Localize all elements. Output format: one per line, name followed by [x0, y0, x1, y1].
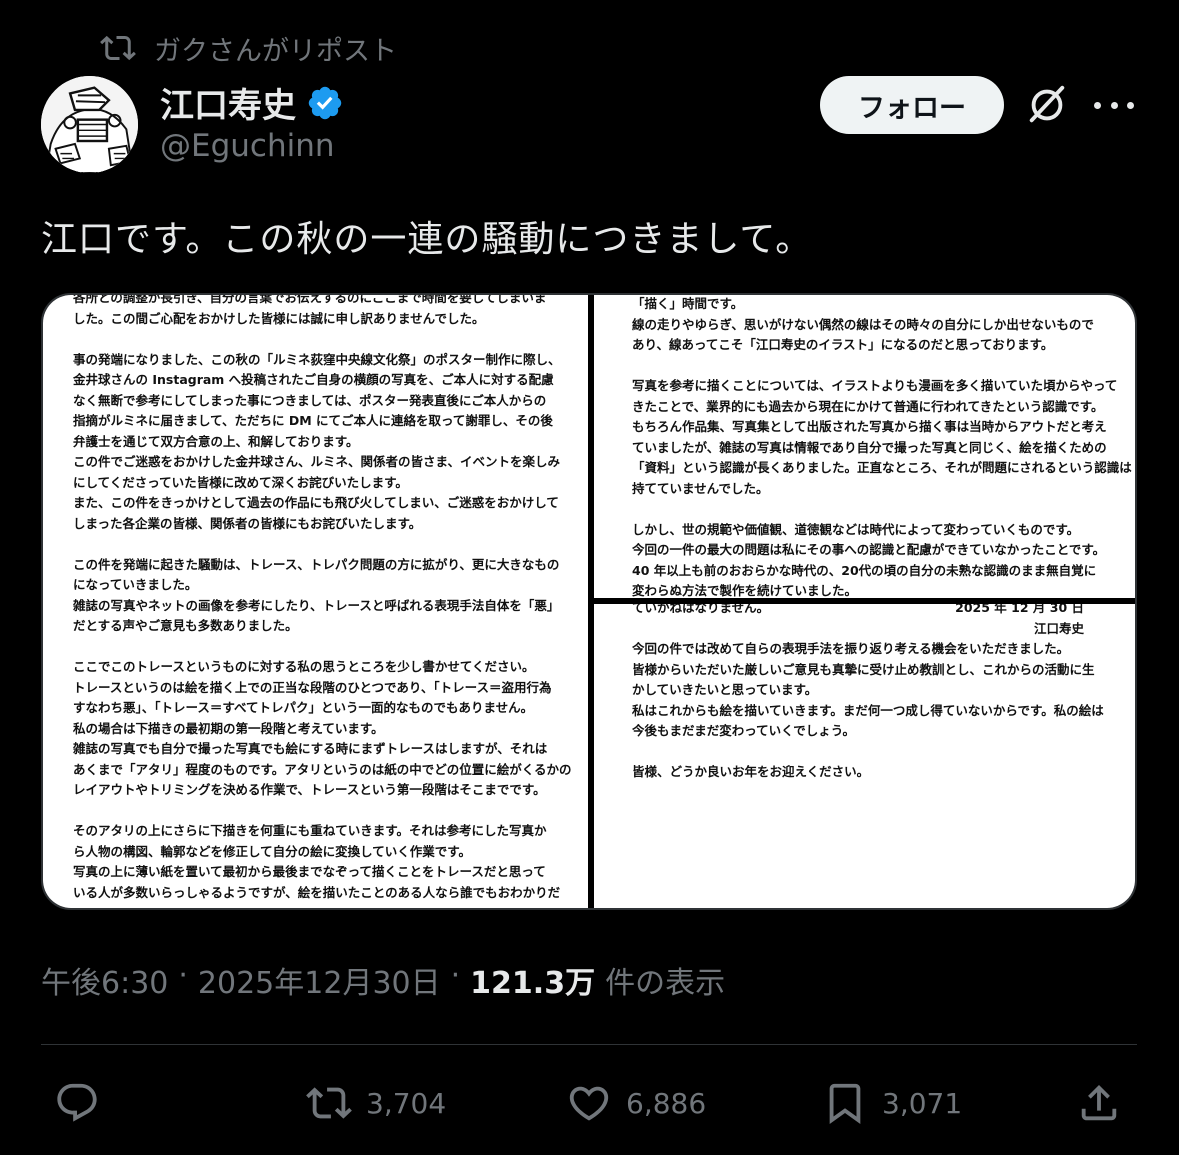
- like-icon: [569, 1086, 609, 1121]
- document-line: また、この件をきっかけとして過去の作品にも飛び火してしまい、ご迷惑をおかけして: [73, 495, 559, 510]
- document-line: 「描く」時間です。: [632, 296, 744, 311]
- document-line: レイアウトやトリミングを決める作業で、トレースという第一段階はそこまでです。: [73, 782, 546, 797]
- document-line: 事の発端になりました、この秋の「ルミネ荻窪中央線文化祭」のポスター制作に際し、: [73, 351, 561, 367]
- document-line: 皆様、どうか良いお年をお迎えください。: [632, 764, 870, 779]
- document-line: になっていきました。: [73, 577, 198, 592]
- meta-separator: ·: [450, 958, 461, 993]
- document-line: あくまで「アタリ」程度のものです。アタリというのは紙の中でどの位置に絵がくるかの: [73, 761, 572, 777]
- document-line: 今回の一件の最大の問題は私にその事への認識と配慮ができていなかったことです。: [632, 542, 1106, 557]
- author-name-row[interactable]: 江口寿史: [160, 78, 344, 127]
- document-line: ここでこのトレースというものに対する私の思うところを少し書かせてください。: [73, 659, 535, 674]
- document-line: [632, 356, 1132, 377]
- reply-icon: [57, 1083, 97, 1122]
- document-line: あり、線あってこそ「江口寿史のイラスト」になるのだと思っております。: [632, 337, 1054, 352]
- document-line: 指摘がルミネに届きまして、ただちに DM にてご本人に連絡を取って謝罪し、その後: [73, 413, 553, 428]
- more-icon[interactable]: [1094, 88, 1134, 122]
- document-line: 変わらぬ方法で製作を続けていました。: [632, 583, 858, 598]
- media-image-bottom-right[interactable]: ていかねはなりません。 今回の件では改めて自らの表現手法を振り返り考える機会をいた…: [594, 604, 1135, 908]
- document-line: [73, 801, 572, 822]
- document-text-left: 各所との調整が長引き、自分の言葉でお伝えするのにここまで時間を要してしまいました…: [73, 295, 572, 903]
- document-line: きたことで、業界的にも過去から現在にかけて普通に行われてきたという認識です。: [632, 398, 1104, 414]
- reply-button[interactable]: [54, 1080, 114, 1126]
- document-line: ていましたが、雑誌の写真は情報であり自分で撮った写真と同じく、絵を描くための: [632, 439, 1107, 455]
- document-line: 各所との調整が長引き、自分の言葉でお伝えするのにここまで時間を要してしまいま: [73, 295, 547, 305]
- repost-context[interactable]: ガクさんがリポスト: [100, 28, 397, 68]
- document-line: トレースというのは絵を描く上での正当な段階のひとつであり、「トレース＝盗用行為: [73, 679, 552, 695]
- document-line: 雑誌の写真やネットの画像を参考にしたり、トレースと呼ばれる表現手法自体を「悪」: [73, 597, 560, 613]
- document-line: かしていきたいと思っています。: [632, 682, 818, 697]
- tweet-time[interactable]: 午後6:30: [41, 958, 168, 1002]
- repost-count: 3,704: [366, 1086, 447, 1120]
- repost-icon: [306, 1087, 352, 1119]
- tweet-text: 江口です。この秋の一連の騒動につきまして。: [41, 219, 813, 260]
- document-line: もちろん作品集、写真集として出版された写真から描く事は当時からアウトだと考え: [632, 419, 1107, 434]
- document-line: にしてくださっていた皆様に改めて深くお詫びいたします。: [73, 474, 408, 490]
- document-line: しかし、世の規範や価値観、道徳観などは時代によって変わっていくものです。: [632, 521, 1080, 537]
- media-grid[interactable]: 各所との調整が長引き、自分の言葉でお伝えするのにここまで時間を要してしまいました…: [41, 293, 1137, 910]
- meta-separator: ·: [178, 958, 188, 993]
- bookmark-count: 3,071: [882, 1086, 963, 1120]
- document-line: 持てていませんでした。: [632, 480, 769, 496]
- document-line: 雑誌の写真でも自分で撮った写真でも絵にする時にまずトレースはしますが、それは: [73, 741, 548, 756]
- document-line: 「資料」という認識が長くありました。正直なところ、それが問題にされるという認識は: [632, 460, 1132, 475]
- document-line: [73, 637, 572, 658]
- document-line: [632, 499, 1132, 520]
- document-line: [632, 742, 1104, 763]
- document-line: しまった各企業の皆様、関係者の皆様にもお詫びいたします。: [73, 515, 422, 531]
- bookmark-button[interactable]: 3,071: [822, 1080, 962, 1126]
- document-line: いる人が多数いらっしゃるようですが、絵を描いたことのある人なら誰でもおわかりだ: [73, 884, 561, 900]
- document-line: 私の場合は下描きの最初期の第一段階と考えています。: [73, 720, 384, 736]
- bookmark-icon: [829, 1083, 861, 1124]
- document-line: 写真の上に薄い紙を置いて最初から最後までなぞって描くことをトレースだと思って: [73, 864, 546, 879]
- document-line: なく無断で参考にしてしまった事につきましては、ポスター発表直後にご本人からの: [73, 392, 547, 408]
- document-line: 40 年以上も前のおおらかな時代の、20代の頃の自分の未熟な認識のまま無自覚に: [632, 562, 1097, 578]
- document-line: 写真を参考に描くことについては、イラストよりも漫画を多く描いていた頃からやって: [632, 378, 1118, 393]
- document-line: 金井球さんの Instagram へ投稿されたご自身の横顔の写真を、ご本人に対す…: [73, 372, 554, 387]
- document-line: [73, 534, 572, 555]
- like-count: 6,886: [626, 1086, 707, 1120]
- like-button[interactable]: 6,886: [566, 1080, 706, 1126]
- document-line: 線の走りやゆらぎ、思いがけない偶然の線はその時々の自分にしか出せないもので: [632, 316, 1094, 332]
- tweet-meta: 午後6:30 · 2025年12月30日 · 121.3万 件の表示: [41, 958, 725, 1002]
- media-image-left[interactable]: 各所との調整が長引き、自分の言葉でお伝えするのにここまで時間を要してしまいました…: [43, 295, 588, 908]
- signature-date: 2025 年 12 月 30 日: [955, 604, 1084, 615]
- document-line: ら人物の構図、輪郭などを修正して自分の絵に変換していく作業です。: [73, 843, 472, 859]
- document-signature: 2025 年 12 月 30 日 江口寿史: [632, 604, 1084, 639]
- author-handle[interactable]: @Eguchinn: [160, 128, 335, 164]
- divider: [41, 1044, 1137, 1045]
- document-line: 皆様からいただいた厳しいご意見も真摯に受け止め教訓とし、これからの活動に生: [632, 661, 1095, 677]
- document-line: 今後もまだまだ変わっていくでしょう。: [632, 723, 856, 738]
- author-name[interactable]: 江口寿史: [160, 78, 296, 127]
- document-text-top-right: 「描く」時間です。線の走りやゆらぎ、思いがけない偶然の線はその時々の自分にしか出…: [632, 295, 1132, 598]
- tweet-date[interactable]: 2025年12月30日: [198, 958, 441, 1002]
- document-line: この件でご迷惑をおかけした金井球さん、ルミネ、関係者の皆さま、イベントを楽しみ: [73, 454, 561, 469]
- document-line: そのアタリの上にさらに下描きを何重にも重ねていきます。それは参考にした写真か: [73, 823, 547, 838]
- document-line: 今回の件では改めて自らの表現手法を振り返り考える機会をいただきました。: [632, 641, 1070, 656]
- views-label[interactable]: 件の表示: [605, 958, 725, 1002]
- document-line: 私はこれからも絵を描いていきます。まだ何一つ成し得ていないからです。私の絵は: [632, 702, 1104, 718]
- document-line: 弁護士を通じて双方合意の上、和解しております。: [73, 433, 359, 449]
- media-image-top-right[interactable]: 「描く」時間です。線の走りやゆらぎ、思いがけない偶然の線はその時々の自分にしか出…: [594, 295, 1135, 598]
- views-count[interactable]: 121.3万: [470, 958, 595, 1002]
- avatar[interactable]: [41, 76, 138, 173]
- share-icon: [1081, 1084, 1117, 1121]
- repost-button[interactable]: 3,704: [306, 1080, 446, 1126]
- repost-icon: [100, 35, 136, 61]
- grok-icon[interactable]: [1024, 82, 1070, 128]
- document-line: この件を発端に起きた騒動は、トレース、トレパク問題の方に拡がり、更に大きなもの: [73, 556, 560, 572]
- document-line: すなわち悪」、「トレース＝すべてトレパク」という一面的なものでもありません。: [73, 700, 534, 715]
- document-line: [73, 329, 572, 350]
- share-button[interactable]: [1076, 1080, 1122, 1126]
- document-line: した。この間ご心配をおかけした皆様には誠に申し訳ありませんでした。: [73, 310, 485, 326]
- repost-text: ガクさんがリポスト: [154, 35, 397, 67]
- verified-badge-icon[interactable]: [306, 84, 344, 122]
- document-line: だとする声やご意見も多数ありました。: [73, 618, 298, 633]
- signature-name: 江口寿史: [1033, 620, 1084, 636]
- avatar-illustration: [41, 76, 138, 173]
- follow-button[interactable]: フォロー: [820, 76, 1004, 134]
